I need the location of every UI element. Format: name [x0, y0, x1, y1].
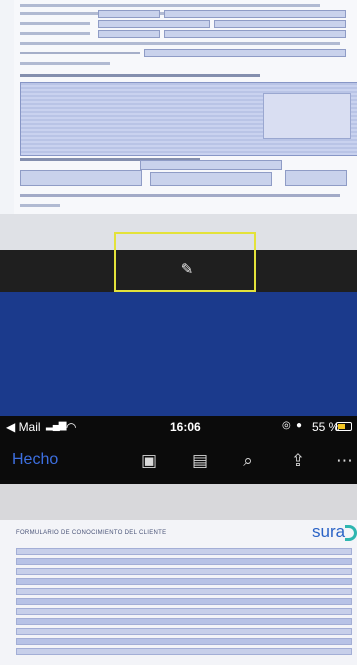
- back-to-mail-link[interactable]: ◀ Mail: [6, 420, 41, 434]
- clock: 16:06: [170, 420, 201, 434]
- form-title: FORMULARIO DE CONOCIMIENTO DEL CLIENTE: [16, 530, 167, 536]
- done-button[interactable]: Hecho: [12, 451, 58, 469]
- form-row: [16, 618, 352, 625]
- highlighted-text-block: [20, 82, 357, 156]
- signal-icon: ▂▄▆: [46, 420, 66, 431]
- blue-background-panel: [0, 292, 357, 416]
- form-row: [16, 628, 352, 635]
- status-bar: ◀ Mail ▂▄▆ ◠ 16:06 ◎ ● 55 %: [0, 416, 357, 438]
- more-icon[interactable]: ⋯: [334, 450, 356, 472]
- document-preview[interactable]: FORMULARIO DE CONOCIMIENTO DEL CLIENTE s…: [0, 484, 357, 665]
- viewer-toolbar: Hecho ▣ ▤ ⌕ ⇪ ⋯: [0, 438, 357, 484]
- scanned-document-top: [0, 0, 357, 214]
- battery-icon: [336, 422, 352, 431]
- sura-logo: sura: [312, 522, 346, 541]
- form-row: [16, 568, 352, 575]
- markup-pen-icon[interactable]: ✎: [176, 260, 198, 280]
- wifi-icon: ◠: [66, 420, 77, 434]
- form-row: [16, 558, 352, 565]
- document-icon[interactable]: ▤: [189, 450, 211, 472]
- inset-box: [263, 93, 351, 139]
- search-icon[interactable]: ⌕: [237, 450, 259, 472]
- document-footer-text: [20, 194, 340, 197]
- form-row: [16, 638, 352, 645]
- orientation-lock-icon: ●: [296, 420, 303, 431]
- form-row: [16, 608, 352, 615]
- location-icon: ◎: [282, 420, 291, 431]
- form-row: [16, 648, 352, 655]
- form-row: [16, 548, 352, 555]
- form-row: [16, 588, 352, 595]
- share-icon[interactable]: ⇪: [287, 450, 309, 472]
- form-row: [16, 598, 352, 605]
- camera-icon[interactable]: ▣: [138, 450, 160, 472]
- form-row: [16, 578, 352, 585]
